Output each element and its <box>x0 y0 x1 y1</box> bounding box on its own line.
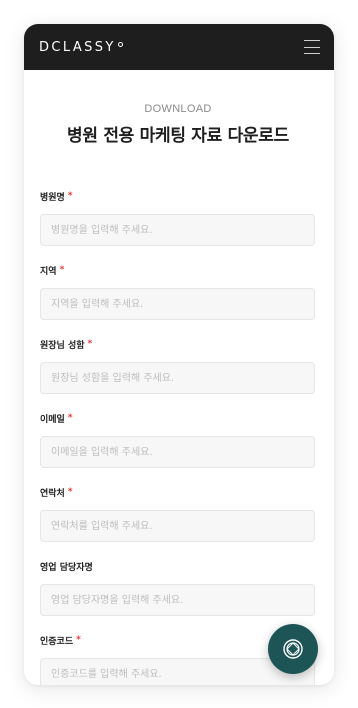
required-mark: * <box>87 339 93 349</box>
chat-fab-button[interactable] <box>268 624 318 674</box>
hospital-name-input[interactable] <box>40 214 315 246</box>
field-label: 병원명 * <box>40 191 73 203</box>
field-label: 원장님 성함 * <box>40 339 93 351</box>
download-section: DOWNLOAD 병원 전용 마케팅 자료 다운로드 병원명* 지역* 원장님 … <box>24 103 334 685</box>
region-input[interactable] <box>40 288 315 320</box>
logo-circle-icon <box>117 41 123 47</box>
required-mark: * <box>67 487 73 497</box>
top-bar: DCLASSY <box>24 24 334 70</box>
required-mark: * <box>59 265 65 275</box>
hamburger-menu-icon[interactable] <box>304 40 320 54</box>
download-form: 병원명* 지역* 원장님 성함* 이메일* 연락처* 영업 담당자명 <box>40 190 316 685</box>
field-label: 연락처 * <box>40 487 73 499</box>
field-label: 영업 담당자명 <box>40 562 93 573</box>
required-mark: * <box>76 635 81 645</box>
field-phone: 연락처 * <box>40 486 316 542</box>
field-region: 지역 * <box>40 264 316 320</box>
chat-ring-icon <box>283 639 303 659</box>
field-director-name: 원장님 성함 * <box>40 338 316 394</box>
field-email: 이메일 * <box>40 412 316 468</box>
field-sales-rep: 영업 담당자명 <box>40 560 316 616</box>
field-hospital-name: 병원명 * <box>40 190 316 246</box>
section-eyebrow: DOWNLOAD <box>144 103 212 115</box>
brand-logo[interactable]: DCLASSY <box>39 40 123 55</box>
phone-input[interactable] <box>40 510 315 542</box>
field-label: 지역 * <box>40 265 65 277</box>
mobile-frame: DCLASSY DOWNLOAD 병원 전용 마케팅 자료 다운로드 병원명 * … <box>24 24 334 685</box>
sales-rep-input[interactable] <box>40 584 315 616</box>
director-name-input[interactable] <box>40 362 315 394</box>
field-label: 이메일 * <box>40 413 73 425</box>
page-title: 병원 전용 마케팅 자료 다운로드 <box>67 126 289 146</box>
required-mark: * <box>67 413 73 423</box>
required-mark: * <box>67 191 73 201</box>
logo-text: DCLASSY <box>39 39 116 55</box>
email-input[interactable] <box>40 436 315 468</box>
